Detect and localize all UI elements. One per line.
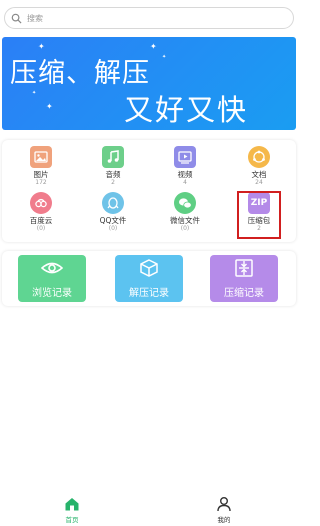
sparkle-icon: ✦ (32, 90, 37, 96)
video-icon (174, 146, 196, 168)
nav-label: 我的 (217, 516, 231, 524)
category-documents[interactable]: 文档 24 (234, 146, 284, 196)
banner-subheadline: 又好又快 (124, 93, 249, 127)
music-icon (102, 146, 124, 168)
category-images[interactable]: 图片 172 (16, 146, 66, 196)
category-count: (0) (36, 225, 46, 232)
category-count: (0) (180, 225, 190, 232)
category-label: 音频 (105, 170, 121, 179)
search-icon (11, 9, 22, 28)
qq-icon (102, 192, 124, 214)
compress-history-button[interactable]: 压缩记录 (210, 255, 278, 302)
compress-icon (233, 258, 255, 281)
user-icon (204, 496, 244, 512)
bottom-nav: 首页 我的 (0, 490, 300, 526)
category-label: 微信文件 (170, 216, 200, 225)
highlight-annotation (237, 191, 281, 239)
box-icon (138, 258, 160, 281)
sparkle-icon: ✦ (38, 42, 45, 51)
category-label: 图片 (33, 170, 49, 179)
category-wechat-files[interactable]: 微信文件 (0) (160, 192, 210, 242)
record-label: 浏览记录 (32, 287, 72, 299)
search-bar[interactable]: 搜索 (4, 7, 294, 29)
banner-headline: 压缩、解压 (10, 58, 150, 89)
category-label: QQ文件 (99, 216, 127, 225)
browse-history-button[interactable]: 浏览记录 (18, 255, 86, 302)
sparkle-icon: ✦ (162, 54, 167, 60)
category-audio[interactable]: 音频 2 (88, 146, 138, 196)
category-count: 4 (183, 179, 187, 186)
search-input[interactable]: 搜索 (27, 13, 43, 24)
category-label: 视频 (177, 170, 193, 179)
category-count: (0) (108, 225, 118, 232)
eye-icon (40, 259, 64, 281)
nav-profile[interactable]: 我的 (204, 496, 244, 524)
home-icon (52, 496, 92, 512)
record-label: 解压记录 (129, 287, 169, 299)
category-count: 2 (111, 179, 115, 186)
category-video[interactable]: 视频 4 (160, 146, 210, 196)
nav-label: 首页 (65, 516, 79, 524)
document-icon (248, 146, 270, 168)
wechat-icon (174, 192, 196, 214)
nav-home[interactable]: 首页 (52, 496, 92, 524)
record-label: 压缩记录 (224, 287, 264, 299)
image-icon (30, 146, 52, 168)
sparkle-icon: ✦ (46, 102, 53, 111)
category-label: 文档 (251, 170, 267, 179)
baidu-cloud-icon (30, 192, 52, 214)
extract-history-button[interactable]: 解压记录 (115, 255, 183, 302)
category-count: 24 (255, 179, 263, 186)
category-qq-files[interactable]: QQ文件 (0) (88, 192, 138, 242)
category-count: 172 (35, 179, 47, 186)
records-panel: 浏览记录 解压记录 压缩记录 (2, 251, 296, 306)
sparkle-icon: ✦ (150, 42, 157, 51)
category-baidu-cloud[interactable]: 百度云 (0) (16, 192, 66, 242)
promo-banner[interactable]: ✦ ✦ ✦ ✦ ✦ ✦ 压缩、解压 又好又快 (2, 37, 296, 130)
category-label: 百度云 (29, 216, 53, 225)
